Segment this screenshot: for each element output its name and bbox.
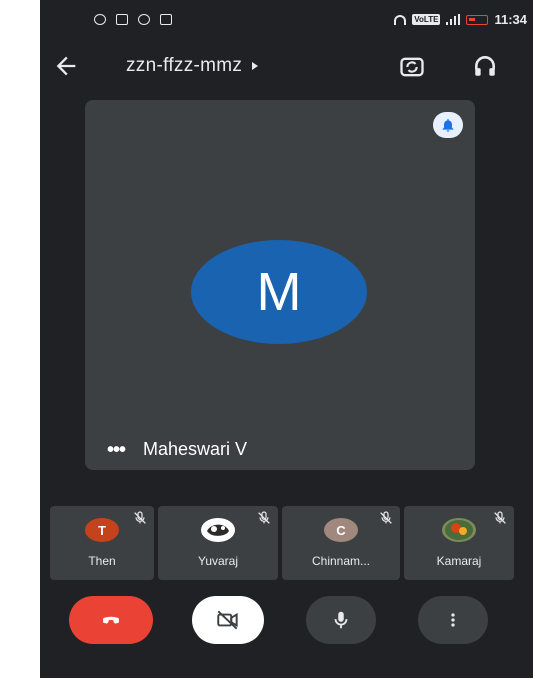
microphone-icon [334,611,348,629]
mic-off-icon [258,511,270,524]
system-indicators: VoLTE 11:34 [394,12,527,27]
app-bar: zzn-ffzz-mmz [40,44,533,92]
tile-footer: ••• Maheswari V [107,439,247,460]
chevron-right-icon [252,61,259,70]
profile-photo-icon [201,518,235,542]
participant-name: Kamaraj [436,554,482,568]
meeting-code: zzn-ffzz-mmz [126,55,243,76]
notification-icon [94,14,106,25]
clock: 11:34 [494,12,527,27]
notification-icons [94,14,172,25]
participant-name: Maheswari V [143,439,248,459]
video-off-icon [217,610,238,630]
notification-icon [138,14,150,25]
back-arrow-icon[interactable] [52,52,80,80]
signal-icon [446,14,461,25]
dots-vertical-icon [451,613,455,627]
headset-status-icon [394,14,407,25]
volte-indicator: VoLTE [412,14,441,25]
notification-icon [160,14,172,25]
participant-name: Then [88,554,116,568]
participant-name: Yuvaraj [197,554,239,568]
end-call-button[interactable] [69,596,153,644]
participant-tile[interactable]: Yuvaraj [158,506,278,580]
profile-photo-graphic [445,520,473,540]
battery-icon [466,14,489,25]
phone-hangup-icon [103,616,119,624]
mic-off-icon [494,511,506,524]
main-participant-tile[interactable]: M ••• Maheswari V [85,100,475,470]
status-bar: VoLTE 11:34 [40,0,533,44]
participant-avatar: M [191,240,367,344]
profile-photo-icon [442,518,476,542]
participant-avatar: C [324,518,358,542]
mic-off-icon [380,511,392,524]
camera-toggle-button[interactable] [192,596,264,644]
mic-off-icon [134,511,146,524]
participant-tile[interactable]: C Chinnam... [282,506,400,580]
participant-tile[interactable]: Kamaraj [404,506,514,580]
participant-name: Chinnam... [311,554,371,568]
profile-photo-graphic [204,520,232,540]
switch-camera-icon[interactable] [398,53,426,81]
notification-bell-button[interactable] [433,112,463,138]
meeting-screen: VoLTE 11:34 zzn-ffzz-mmz M ••• Maheswari… [40,0,533,678]
headphones-icon[interactable] [472,53,498,79]
bell-icon [442,119,454,132]
more-options-button[interactable] [418,596,488,644]
call-controls [40,596,533,646]
participant-strip[interactable]: T Then Yuvaraj C Chinnam... Kamaraj [50,506,533,580]
microphone-button[interactable] [306,596,376,644]
participant-tile[interactable]: T Then [50,506,154,580]
participant-avatar: T [85,518,119,542]
notification-icon [116,14,128,25]
meeting-code-button[interactable]: zzn-ffzz-mmz [126,55,259,77]
more-options-icon[interactable]: ••• [107,440,126,460]
